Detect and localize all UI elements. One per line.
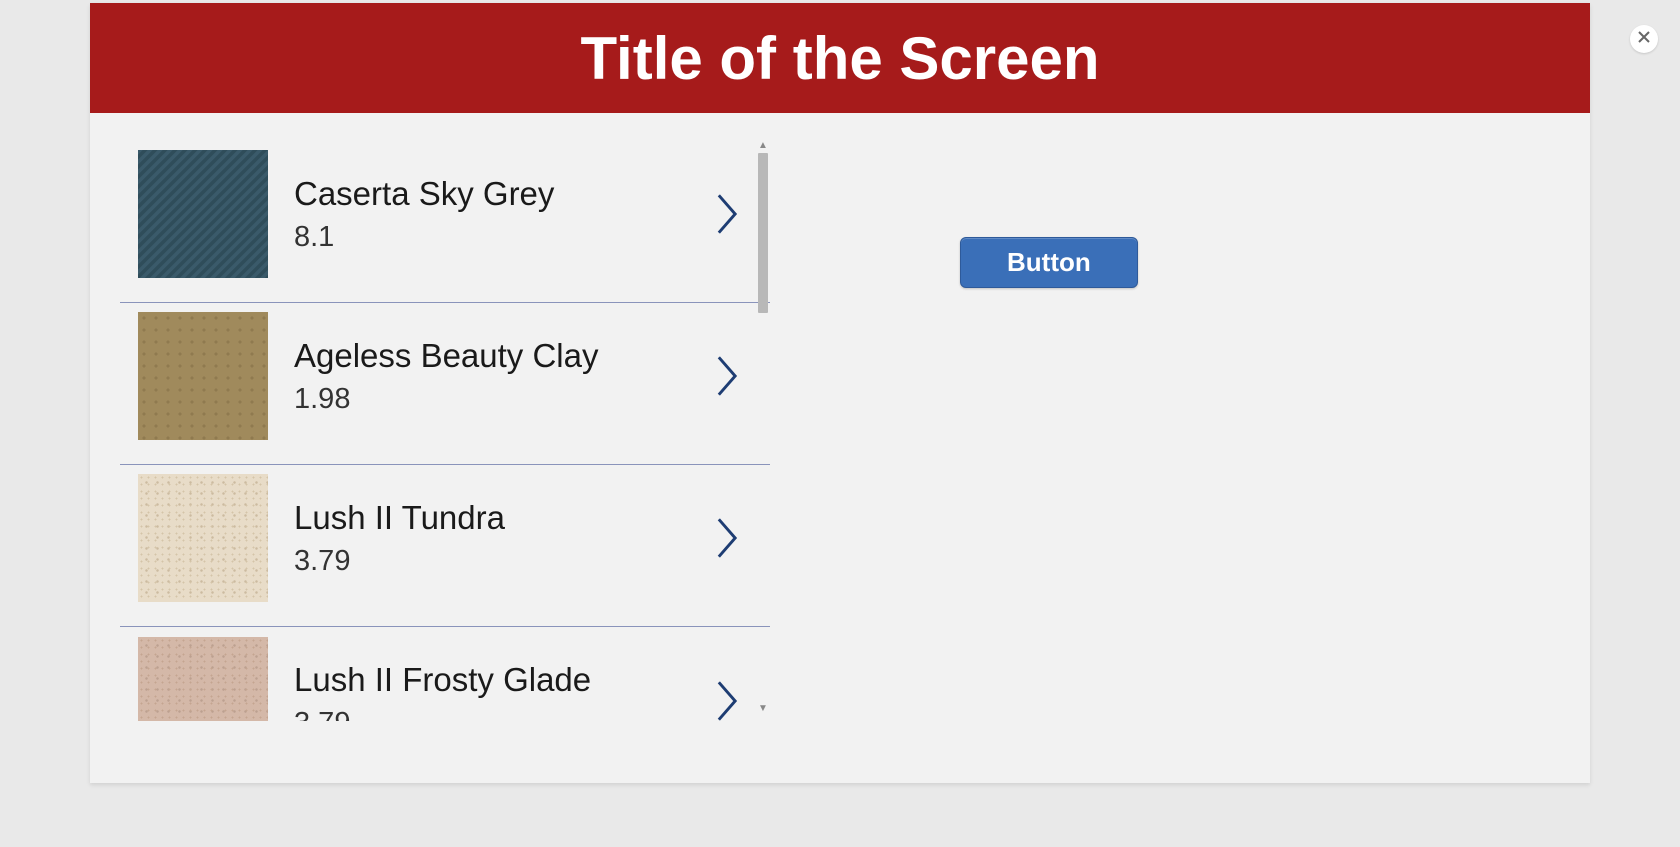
action-panel: Button <box>770 113 1590 783</box>
scroll-track[interactable] <box>756 153 770 704</box>
list-panel: Caserta Sky Grey 8.1 Ageless Beauty Clay… <box>90 113 770 783</box>
scrollbar[interactable]: ▲ ▼ <box>756 141 770 716</box>
chevron-right-icon <box>714 193 740 235</box>
product-price: 3.79 <box>294 545 714 578</box>
product-swatch <box>138 637 268 722</box>
list-item[interactable]: Lush II Frosty Glade 3.79 <box>120 627 770 721</box>
product-swatch <box>138 150 268 278</box>
close-icon <box>1638 30 1650 48</box>
scroll-up-arrow-icon[interactable]: ▲ <box>758 141 768 153</box>
header: Title of the Screen <box>90 3 1590 113</box>
scroll-thumb[interactable] <box>758 153 768 313</box>
product-info: Ageless Beauty Clay 1.98 <box>294 337 714 416</box>
chevron-right-icon <box>714 355 740 397</box>
product-price: 1.98 <box>294 383 714 416</box>
product-name: Lush II Frosty Glade <box>294 661 714 699</box>
page-title: Title of the Screen <box>580 24 1099 93</box>
content-area: Caserta Sky Grey 8.1 Ageless Beauty Clay… <box>90 113 1590 783</box>
product-price: 3.79 <box>294 707 714 721</box>
product-info: Caserta Sky Grey 8.1 <box>294 175 714 254</box>
list-item[interactable]: Caserta Sky Grey 8.1 <box>120 141 770 303</box>
product-info: Lush II Frosty Glade 3.79 <box>294 661 714 721</box>
close-button[interactable] <box>1630 25 1658 53</box>
product-name: Lush II Tundra <box>294 499 714 537</box>
main-container: Title of the Screen Caserta Sky Grey 8.1 <box>90 3 1590 783</box>
chevron-right-icon <box>714 517 740 559</box>
primary-button[interactable]: Button <box>960 237 1138 288</box>
chevron-right-icon <box>714 680 740 722</box>
product-name: Caserta Sky Grey <box>294 175 714 213</box>
list-item[interactable]: Lush II Tundra 3.79 <box>120 465 770 627</box>
list-item[interactable]: Ageless Beauty Clay 1.98 <box>120 303 770 465</box>
product-swatch <box>138 474 268 602</box>
product-swatch <box>138 312 268 440</box>
product-name: Ageless Beauty Clay <box>294 337 714 375</box>
scroll-down-arrow-icon[interactable]: ▼ <box>758 704 768 716</box>
product-price: 8.1 <box>294 221 714 254</box>
product-list: Caserta Sky Grey 8.1 Ageless Beauty Clay… <box>120 141 770 721</box>
product-info: Lush II Tundra 3.79 <box>294 499 714 578</box>
